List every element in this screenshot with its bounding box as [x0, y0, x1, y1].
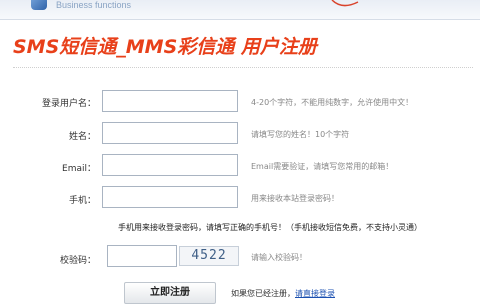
captcha-image[interactable]: 4522 — [179, 246, 239, 266]
phone-label: 手机： — [68, 196, 96, 206]
swoosh-icon — [331, 0, 359, 7]
divider — [13, 67, 473, 68]
top-banner: Business functions — [0, 0, 480, 20]
username-hint: 4-20个字符，不能用纯数字，允许使用中文！ — [251, 98, 414, 107]
captcha-input[interactable] — [107, 245, 177, 267]
register-button[interactable]: 立即注册 — [124, 282, 216, 304]
name-hint: 请填写您的姓名！10个字符 — [251, 130, 350, 139]
email-label: Email： — [62, 164, 96, 174]
login-link[interactable]: 请直接登录 — [295, 289, 335, 298]
phone-input[interactable] — [102, 186, 238, 208]
banner-subtitle: Business functions — [56, 0, 132, 10]
login-prompt: 如果您已经注册，请直接登录 — [231, 288, 335, 299]
name-label: 姓名： — [68, 132, 96, 142]
name-input[interactable] — [102, 122, 238, 144]
username-input[interactable] — [102, 90, 238, 112]
phone-notice: 手机用来接收登录密码，请填写正确的手机号！（手机接收短信免费，不支持小灵通） — [118, 223, 422, 232]
page-title: SMS短信通_MMS彩信通 用户注册 — [13, 36, 317, 58]
captcha-hint: 请输入校验码！ — [251, 253, 307, 262]
username-label: 登录用户名： — [41, 99, 96, 109]
captcha-label: 校验码： — [59, 256, 96, 266]
email-hint: Email需要验证，请填写您常用的邮箱！ — [251, 162, 394, 171]
logo-icon — [31, 0, 47, 10]
login-prompt-text: 如果您已经注册， — [231, 289, 295, 298]
phone-hint: 用来接收本站登录密码！ — [251, 194, 339, 203]
email-input[interactable] — [102, 154, 238, 176]
